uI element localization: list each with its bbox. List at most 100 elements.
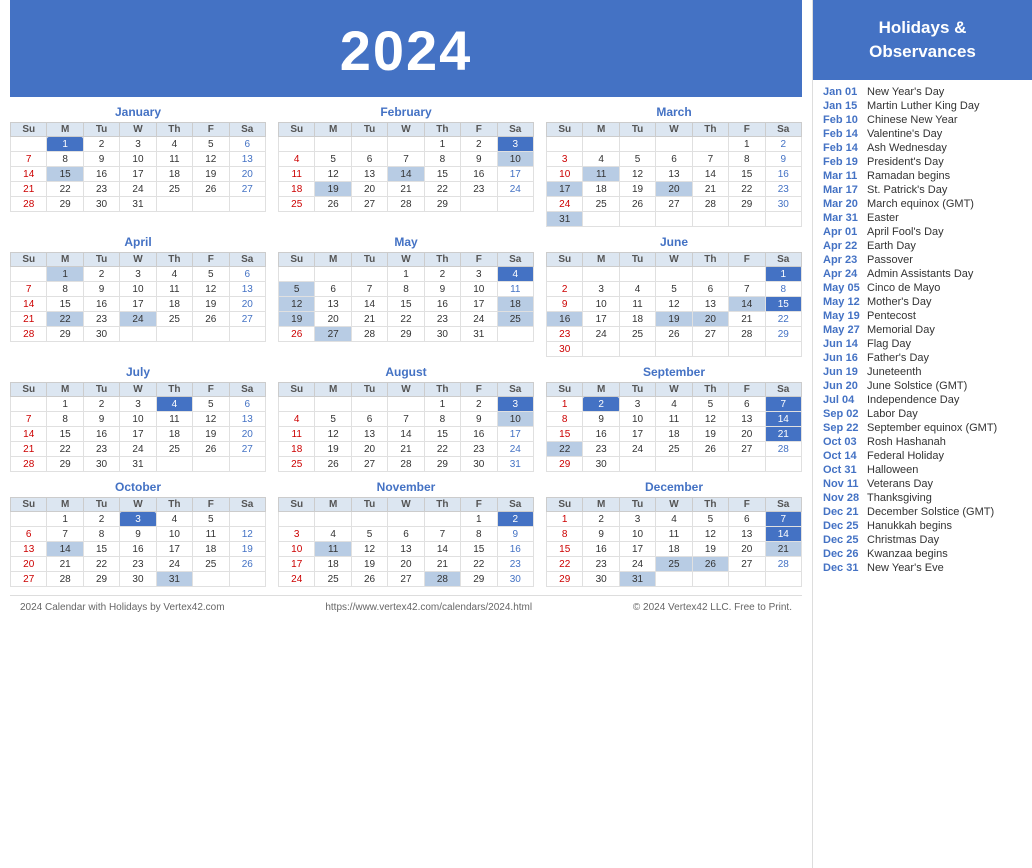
table-cell: 27 xyxy=(229,182,265,197)
holiday-name: Rosh Hashanah xyxy=(867,436,946,448)
footer-right: © 2024 Vertex42 LLC. Free to Print. xyxy=(633,602,792,613)
table-cell: 11 xyxy=(156,152,192,167)
footer: 2024 Calendar with Holidays by Vertex42.… xyxy=(10,595,802,619)
th-m: M xyxy=(315,123,351,137)
table-cell: 17 xyxy=(156,542,192,557)
holiday-item: Mar 17St. Patrick's Day xyxy=(823,184,1022,196)
table-cell xyxy=(619,267,655,282)
month-title-december: December xyxy=(546,480,802,494)
holiday-name: Easter xyxy=(867,212,899,224)
table-cell xyxy=(11,267,47,282)
holiday-name: Father's Day xyxy=(867,352,929,364)
th-th: Th xyxy=(692,253,728,267)
table-cell xyxy=(229,457,265,472)
table-cell: 10 xyxy=(461,282,497,297)
table-cell: 28 xyxy=(11,327,47,342)
table-cell: 15 xyxy=(729,167,765,182)
table-cell: 3 xyxy=(583,282,619,297)
th-f: F xyxy=(461,383,497,397)
th-tu: Tu xyxy=(83,383,119,397)
th-sa: Sa xyxy=(765,123,801,137)
table-cell: 29 xyxy=(424,457,460,472)
holiday-item: Nov 11Veterans Day xyxy=(823,478,1022,490)
table-cell: 2 xyxy=(765,137,801,152)
holiday-item: Dec 31New Year's Eve xyxy=(823,562,1022,574)
table-cell: 29 xyxy=(47,197,83,212)
table-cell: 12 xyxy=(193,152,229,167)
table-cell: 8 xyxy=(729,152,765,167)
table-cell: 25 xyxy=(656,557,692,572)
holiday-item: Oct 03Rosh Hashanah xyxy=(823,436,1022,448)
table-cell xyxy=(315,512,351,527)
table-cell: 24 xyxy=(583,327,619,342)
month-table-august: Su M Tu W Th F Sa xyxy=(278,382,534,472)
table-cell xyxy=(765,342,801,357)
table-cell: 12 xyxy=(193,412,229,427)
table-cell: 19 xyxy=(619,182,655,197)
th-w: W xyxy=(656,123,692,137)
table-cell: 7 xyxy=(11,152,47,167)
table-cell: 4 xyxy=(656,397,692,412)
table-cell xyxy=(388,512,424,527)
table-cell: 5 xyxy=(619,152,655,167)
month-may: May Su M Tu W Th F Sa xyxy=(278,235,534,357)
table-cell: 30 xyxy=(583,572,619,587)
holiday-date: Feb 10 xyxy=(823,114,867,126)
th-w: W xyxy=(388,498,424,512)
table-cell: 22 xyxy=(47,312,83,327)
holiday-item: Apr 23Passover xyxy=(823,254,1022,266)
table-cell: 3 xyxy=(497,397,533,412)
month-title-september: September xyxy=(546,365,802,379)
table-cell: 21 xyxy=(692,182,728,197)
table-cell: 31 xyxy=(156,572,192,587)
table-cell: 17 xyxy=(461,297,497,312)
th-su: Su xyxy=(279,123,315,137)
table-cell: 4 xyxy=(656,512,692,527)
table-cell: 27 xyxy=(351,457,387,472)
table-cell: 9 xyxy=(83,152,119,167)
th-m: M xyxy=(583,498,619,512)
table-cell: 18 xyxy=(619,312,655,327)
table-cell: 27 xyxy=(692,327,728,342)
table-cell: 14 xyxy=(765,412,801,427)
table-cell: 19 xyxy=(692,542,728,557)
footer-center: https://www.vertex42.com/calendars/2024.… xyxy=(325,602,532,613)
table-cell: 11 xyxy=(156,412,192,427)
table-cell xyxy=(547,137,583,152)
th-f: F xyxy=(461,498,497,512)
th-su: Su xyxy=(547,383,583,397)
table-cell: 19 xyxy=(656,312,692,327)
table-cell: 9 xyxy=(461,152,497,167)
table-cell: 9 xyxy=(547,297,583,312)
holiday-name: Halloween xyxy=(867,464,918,476)
table-cell: 26 xyxy=(229,557,265,572)
table-cell: 16 xyxy=(120,542,156,557)
holiday-date: Oct 31 xyxy=(823,464,867,476)
table-cell: 24 xyxy=(120,182,156,197)
th-su: Su xyxy=(11,383,47,397)
holiday-name: Memorial Day xyxy=(867,324,935,336)
th-sa: Sa xyxy=(229,123,265,137)
table-cell: 24 xyxy=(619,442,655,457)
holiday-name: Chinese New Year xyxy=(867,114,958,126)
table-cell: 17 xyxy=(120,167,156,182)
holiday-name: Earth Day xyxy=(867,240,916,252)
table-cell: 10 xyxy=(619,412,655,427)
table-cell: 18 xyxy=(279,182,315,197)
table-cell: 13 xyxy=(229,412,265,427)
table-cell: 23 xyxy=(765,182,801,197)
table-cell: 21 xyxy=(11,312,47,327)
table-cell: 2 xyxy=(583,397,619,412)
month-august: August Su M Tu W Th F Sa xyxy=(278,365,534,472)
table-cell: 21 xyxy=(11,182,47,197)
holiday-date: Dec 21 xyxy=(823,506,867,518)
holiday-date: Sep 02 xyxy=(823,408,867,420)
th-th: Th xyxy=(692,123,728,137)
table-cell: 24 xyxy=(120,312,156,327)
th-m: M xyxy=(47,253,83,267)
table-cell: 30 xyxy=(765,197,801,212)
table-cell: 28 xyxy=(765,557,801,572)
year-header: 2024 xyxy=(10,0,802,97)
holiday-item: Dec 25Christmas Day xyxy=(823,534,1022,546)
table-cell: 28 xyxy=(388,197,424,212)
